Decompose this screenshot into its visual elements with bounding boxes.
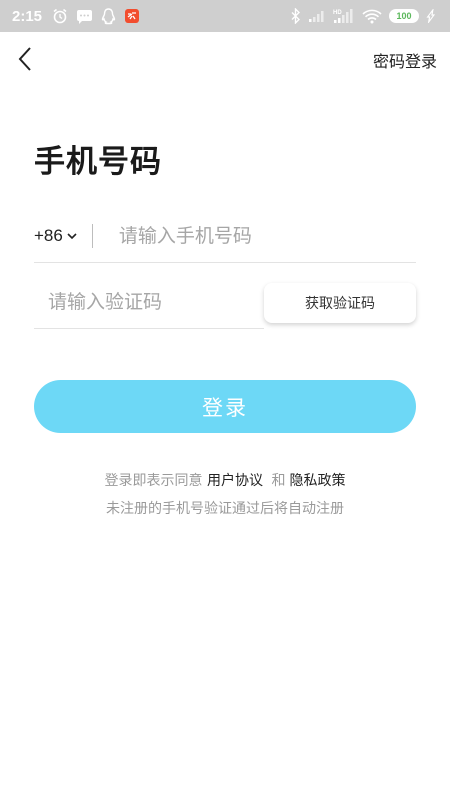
charging-icon [426, 9, 438, 23]
bluetooth-icon [290, 8, 301, 24]
verification-code-field [34, 276, 264, 329]
phone-row: +86 [34, 210, 416, 263]
country-code-divider [91, 224, 93, 248]
status-bar: 2:15 HD 100 [0, 0, 450, 32]
auto-register-hint: 未注册的手机号验证通过后将自动注册 [106, 501, 344, 517]
nav-bar: 密码登录 [0, 32, 450, 86]
chevron-left-icon [18, 47, 31, 71]
page-title: 手机号码 [34, 144, 162, 180]
verification-code-input[interactable] [48, 291, 258, 313]
get-code-button[interactable]: 获取验证码 [264, 283, 416, 323]
user-agreement-link[interactable]: 用户协议 [207, 473, 263, 489]
signal-hd-icon: HD [333, 8, 355, 24]
signal-weak-icon [308, 9, 326, 23]
status-left: 2:15 [12, 8, 140, 25]
qq-penguin-icon [101, 7, 116, 25]
password-login-link[interactable]: 密码登录 [373, 48, 437, 72]
agreement-text: 登录即表示同意 用户协议 和隐私政策 [0, 470, 450, 490]
chevron-down-icon [67, 232, 77, 239]
agreement-and: 和 [271, 473, 286, 489]
battery-icon: 100 [389, 9, 419, 23]
country-code-select[interactable]: +86 [34, 226, 77, 246]
wifi-icon [362, 9, 382, 24]
svg-text:HD: HD [333, 10, 342, 16]
back-button[interactable] [10, 44, 40, 74]
login-button[interactable]: 登录 [34, 380, 416, 433]
country-code-label: +86 [34, 226, 63, 245]
status-right: HD 100 [290, 8, 438, 24]
phone-input[interactable] [118, 225, 379, 247]
app-notification-icon [124, 8, 140, 24]
alarm-clock-icon [52, 8, 68, 24]
message-icon [76, 9, 93, 24]
privacy-policy-link[interactable]: 隐私政策 [289, 473, 345, 489]
status-time: 2:15 [12, 7, 43, 25]
agreement-prefix: 登录即表示同意 [104, 473, 203, 489]
